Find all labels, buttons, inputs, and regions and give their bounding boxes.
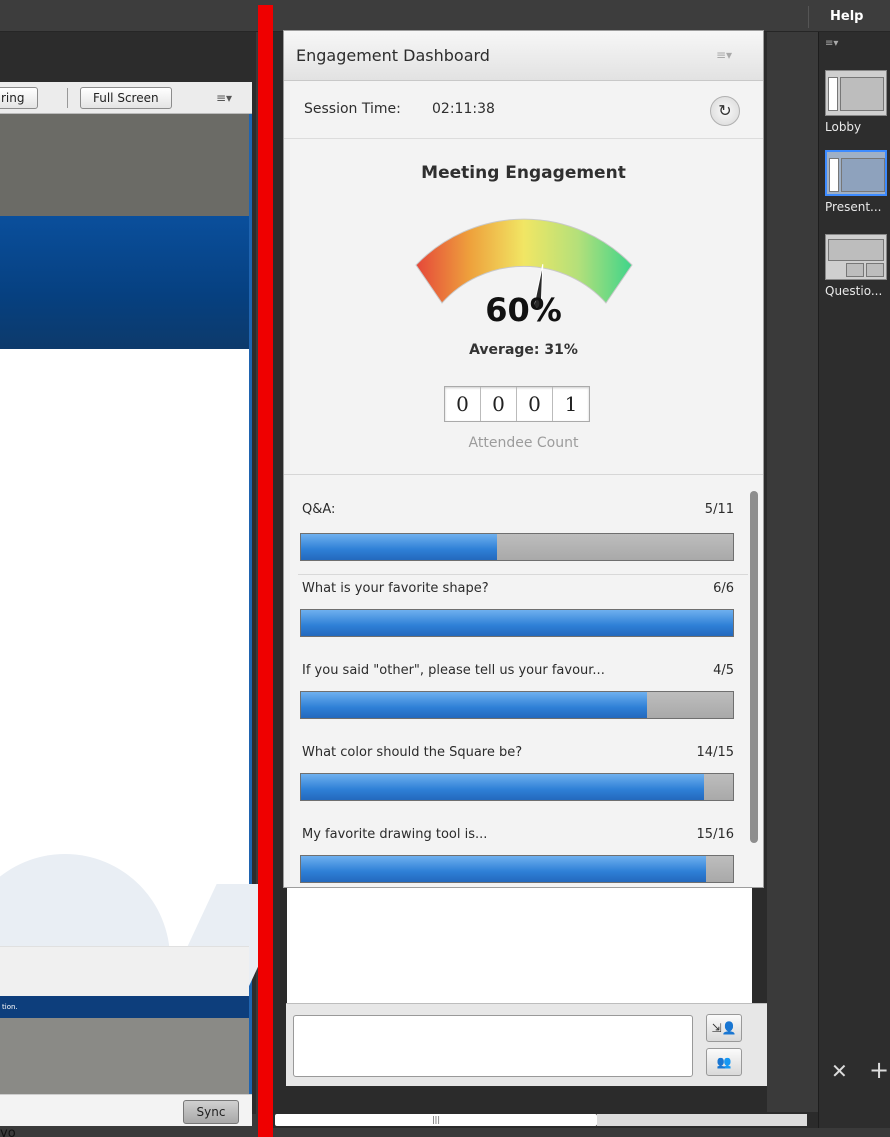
thumb-pane (828, 239, 884, 261)
thumb-pane (829, 158, 839, 192)
question-list-scrollbar[interactable] (750, 491, 758, 843)
top-menu-bar: Help (0, 0, 890, 32)
share-pod: ring Full Screen ≡▾ tion. yo Sync (0, 32, 297, 1137)
question-label: Q&A: (302, 502, 336, 517)
content-link[interactable]: yo (0, 1126, 16, 1137)
content-footer-band (0, 1018, 249, 1094)
session-time-value: 02:11:38 (432, 101, 495, 117)
question-count: 4/5 (713, 663, 734, 678)
thumb-pane (846, 263, 864, 277)
sync-button[interactable]: Sync (183, 1100, 239, 1124)
send-to-one-icon[interactable]: ⇲👤 (706, 1014, 742, 1042)
horizontal-scrollbar[interactable]: ||| (273, 1112, 890, 1128)
question-progress-fill (301, 856, 706, 882)
pod-title: Engagement Dashboard (296, 46, 490, 65)
delete-layout-icon[interactable]: ✕ (831, 1059, 848, 1083)
question-label: What color should the Square be? (302, 745, 523, 760)
question-count: 5/11 (704, 502, 734, 517)
shared-content: tion. yo (0, 114, 297, 1137)
scrollbar-track[interactable] (597, 1114, 807, 1126)
layouts-panel: ≡▾ Lobby Present... Questio... ✕ + (818, 32, 890, 1128)
thumb-pane (841, 158, 885, 192)
layout-lobby[interactable]: Lobby (825, 70, 890, 134)
session-time-label: Session Time: (304, 101, 401, 117)
layout-thumbnail (825, 150, 887, 196)
sync-bar: Sync (0, 1094, 252, 1126)
attendee-digit: 0 (445, 387, 481, 421)
question-label: If you said "other", please tell us your… (302, 663, 605, 678)
question-progress-bar (300, 773, 734, 801)
layout-label: Lobby (825, 120, 862, 134)
share-toolbar: ring Full Screen ≡▾ (0, 82, 252, 114)
question-progress-bar (300, 533, 734, 561)
question-count: 15/16 (696, 827, 734, 842)
full-screen-button[interactable]: Full Screen (80, 87, 172, 109)
chat-input-bar: ⇲👤 👥 (286, 1003, 767, 1086)
question-count: 6/6 (713, 581, 734, 596)
question-progress-fill (301, 692, 647, 718)
question-divider (298, 574, 748, 575)
thumb-pane (828, 77, 838, 111)
layout-thumbnail (825, 70, 887, 116)
pod-header: Engagement Dashboard ≡▾ (284, 31, 763, 81)
layout-label: Present... (825, 200, 882, 214)
red-divider (258, 5, 273, 1137)
thumb-pane (866, 263, 884, 277)
layout-presentation[interactable]: Present... (825, 150, 890, 214)
content-caption-strip: tion. (0, 996, 249, 1018)
menu-separator (808, 6, 809, 28)
question-progress-bar (300, 609, 734, 637)
layout-label: Questio... (825, 284, 883, 298)
question-label: My favorite drawing tool is... (302, 827, 488, 842)
help-menu[interactable]: Help (830, 9, 863, 24)
question-count: 14/15 (696, 745, 734, 760)
layout-thumbnail (825, 234, 887, 280)
send-to-all-icon[interactable]: 👥 (706, 1048, 742, 1076)
question-progress-bar (300, 691, 734, 719)
question-progress-fill (301, 534, 498, 560)
sharing-button[interactable]: ring (0, 87, 38, 109)
engagement-dashboard-pod: Engagement Dashboard ≡▾ Session Time: 02… (283, 30, 764, 888)
engagement-title: Meeting Engagement (421, 163, 626, 183)
question-progress-fill (301, 774, 705, 800)
layout-questions[interactable]: Questio... (825, 234, 890, 298)
pod-menu-icon[interactable]: ≡▾ (216, 91, 236, 105)
attendee-count-label: Attendee Count (468, 435, 579, 451)
attendee-digit: 0 (517, 387, 553, 421)
question-progress-fill (301, 610, 733, 636)
content-blue-band (0, 216, 249, 349)
question-progress-bar (300, 855, 734, 883)
question-list[interactable]: Q&A: 5/11 What is your favorite shape? 6… (284, 475, 748, 889)
attendee-digit: 0 (481, 387, 517, 421)
pod-options-icon[interactable]: ≡▾ (716, 48, 732, 62)
thumb-pane (840, 77, 884, 111)
engagement-average: Average: 31% (469, 342, 578, 358)
scrollbar-thumb[interactable]: ||| (275, 1114, 597, 1126)
chat-messages (287, 888, 752, 1003)
attendee-digit: 1 (564, 392, 578, 416)
app-window: Help ring Full Screen ≡▾ tion. yo Sync E… (0, 0, 890, 1137)
content-header-band (0, 114, 249, 216)
reset-icon[interactable]: ↻ (710, 96, 740, 126)
session-time-row: Session Time: 02:11:38 ↻ (284, 81, 763, 139)
toolbar-separator (67, 88, 68, 108)
engagement-percent: 60% (485, 291, 562, 329)
chat-input[interactable] (293, 1015, 693, 1077)
attendee-counter: 0 0 0 1 (444, 386, 590, 422)
question-label: What is your favorite shape? (302, 581, 489, 596)
layouts-menu-icon[interactable]: ≡▾ (825, 38, 838, 49)
add-layout-icon[interactable]: + (869, 1056, 889, 1084)
content-light-strip (0, 946, 249, 996)
